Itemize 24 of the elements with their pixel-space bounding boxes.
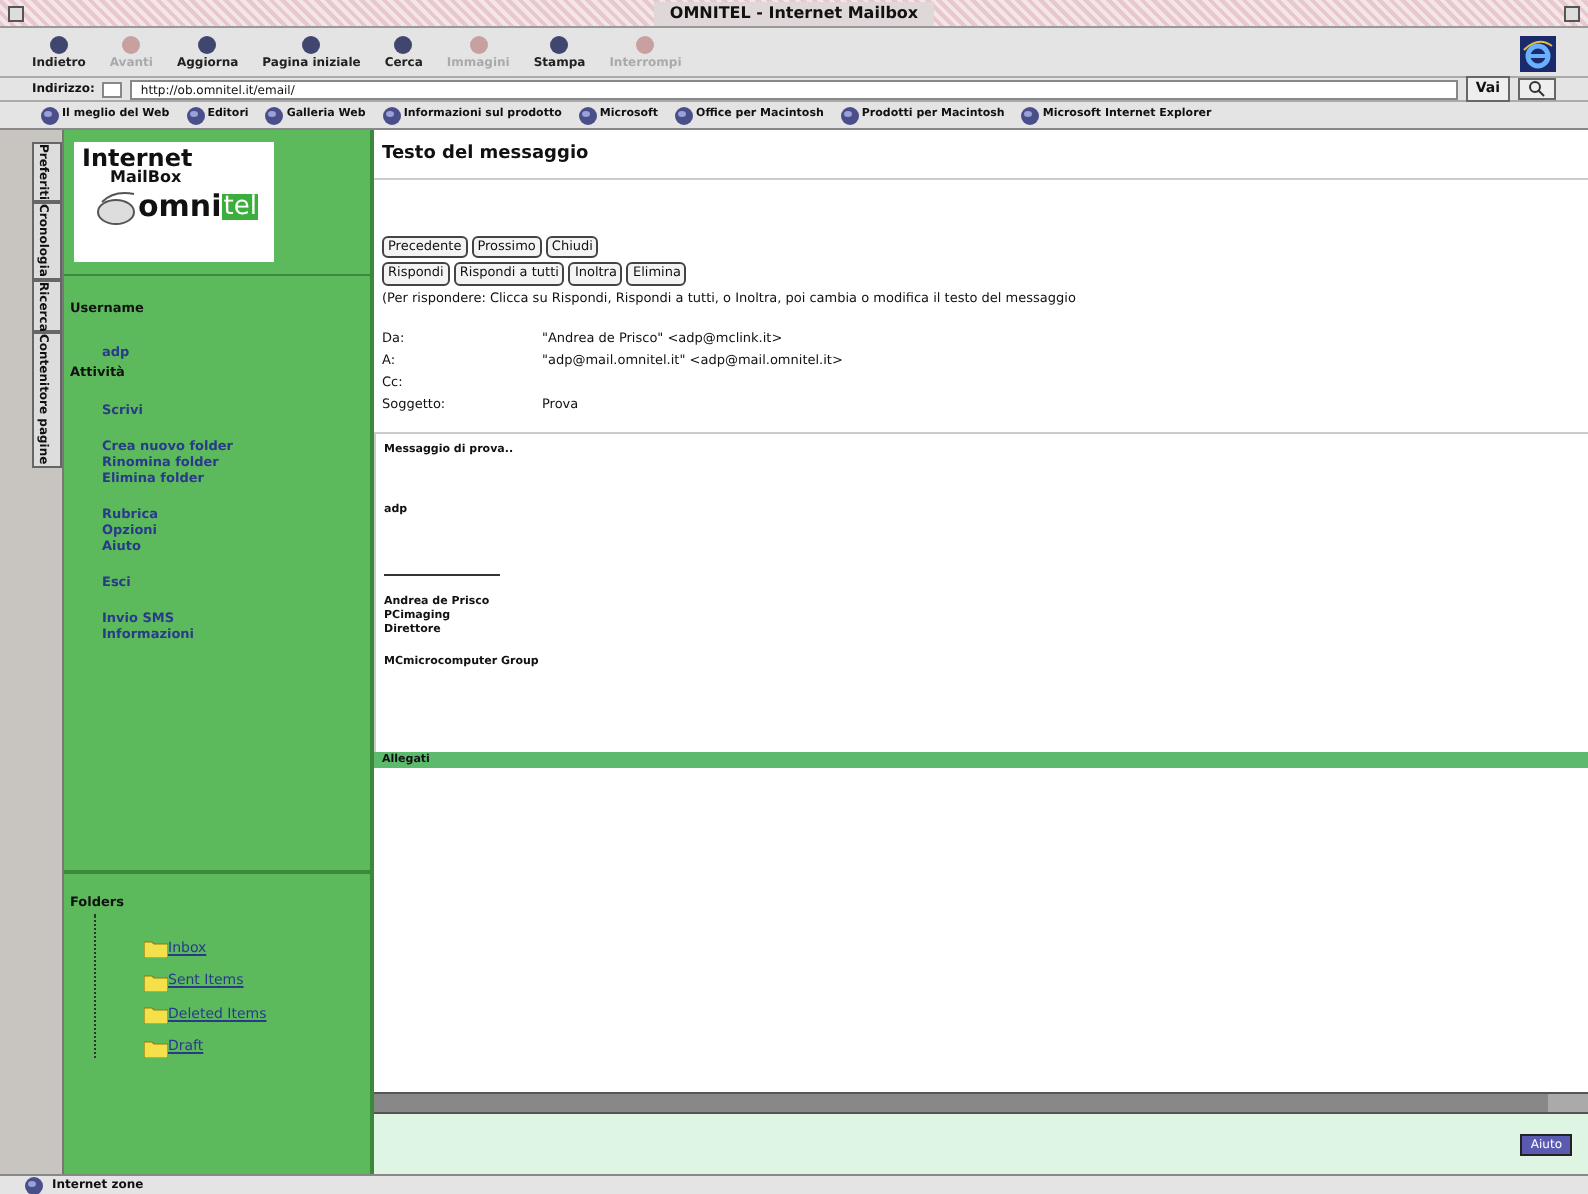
globe-icon bbox=[674, 105, 695, 125]
globe-icon bbox=[185, 105, 206, 125]
folder-icon bbox=[144, 971, 168, 991]
globe-icon bbox=[24, 1175, 44, 1194]
window-title: OMNITEL - Internet Mailbox bbox=[653, 1, 935, 25]
globe-icon bbox=[577, 105, 598, 125]
logo: Internet MailBox omnitel bbox=[74, 142, 274, 262]
zoom-box[interactable] bbox=[1564, 5, 1580, 21]
folder-icon bbox=[144, 1037, 168, 1057]
folder-icon bbox=[144, 938, 168, 958]
browser-logo-icon bbox=[1520, 36, 1556, 72]
address-dropdown[interactable] bbox=[102, 81, 123, 97]
search-icon bbox=[1528, 80, 1546, 98]
page-title: Testo del messaggio bbox=[382, 144, 589, 164]
folder-icon bbox=[144, 1004, 168, 1024]
globe-icon bbox=[40, 105, 60, 125]
globe-icon bbox=[264, 105, 285, 125]
close-box[interactable] bbox=[8, 5, 24, 21]
horizontal-scrollbar[interactable] bbox=[374, 1092, 1588, 1114]
globe-icon bbox=[381, 105, 402, 125]
search-button[interactable] bbox=[1518, 78, 1556, 100]
globe-icon bbox=[1020, 105, 1041, 125]
mouse-icon bbox=[94, 186, 138, 226]
globe-icon bbox=[839, 105, 860, 125]
